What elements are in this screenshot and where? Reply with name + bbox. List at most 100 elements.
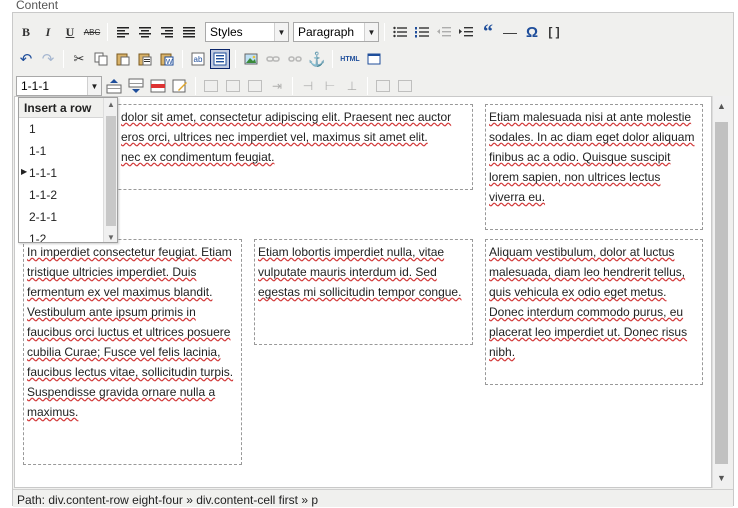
table-properties-button[interactable] bbox=[373, 76, 393, 96]
align-justify-button[interactable] bbox=[179, 22, 199, 42]
undo-button[interactable]: ↶ bbox=[16, 49, 36, 69]
italic-button[interactable]: I bbox=[38, 22, 58, 42]
scroll-down-icon[interactable]: ▼ bbox=[713, 470, 730, 486]
align-right-button[interactable] bbox=[157, 22, 177, 42]
content-cell-bottom-middle[interactable]: Etiam lobortis imperdiet nulla, vitae vu… bbox=[254, 239, 473, 345]
cell-properties-button[interactable] bbox=[395, 76, 415, 96]
find-replace-button[interactable]: ab bbox=[188, 49, 208, 69]
image-icon bbox=[244, 53, 258, 65]
content-cell-bottom-left[interactable]: In imperdiet consectetur feugiat. Etiam … bbox=[23, 239, 242, 465]
insert-row-dropdown[interactable]: Insert a row 1 1-1 ▶ 1-1-1 1-1-2 2-1-1 1-… bbox=[18, 97, 118, 243]
align-center-button[interactable] bbox=[135, 22, 155, 42]
styles-select[interactable]: Styles ▼ bbox=[205, 22, 289, 42]
link-button[interactable] bbox=[263, 49, 283, 69]
indent-button[interactable] bbox=[456, 22, 476, 42]
insert-image-button[interactable] bbox=[241, 49, 261, 69]
svg-text:ab: ab bbox=[194, 55, 203, 64]
cell-paragraph: Etiam lobortis imperdiet nulla, vitae vu… bbox=[258, 245, 462, 299]
insert-row-after-button[interactable] bbox=[126, 76, 146, 96]
copy-icon bbox=[94, 52, 108, 66]
cell-paragraph: In imperdiet consectetur feugiat. Etiam … bbox=[27, 245, 234, 419]
toolbar-separator bbox=[182, 50, 183, 68]
scrollbar-thumb[interactable] bbox=[715, 122, 728, 464]
underline-button[interactable]: U bbox=[60, 22, 80, 42]
bullet-list-icon bbox=[393, 26, 407, 38]
chevron-down-icon: ▼ bbox=[364, 23, 378, 41]
chevron-down-icon: ▼ bbox=[87, 77, 101, 95]
copy-button[interactable] bbox=[91, 49, 111, 69]
toolbar-separator bbox=[292, 77, 293, 95]
split-right-button[interactable]: ⊢ bbox=[320, 76, 340, 96]
cell-paragraph: Etiam malesuada nisi at ante molestie so… bbox=[489, 110, 695, 204]
html-source-button[interactable]: HTML bbox=[338, 49, 362, 69]
format-select-value: Paragraph bbox=[298, 25, 355, 39]
scroll-down-icon[interactable]: ▼ bbox=[107, 233, 115, 242]
outdent-button[interactable] bbox=[434, 22, 454, 42]
svg-text:W: W bbox=[166, 59, 173, 66]
layout-select-value: 1-1-1 bbox=[21, 79, 50, 93]
redo-button[interactable]: ↷ bbox=[38, 49, 58, 69]
bullet-list-button[interactable] bbox=[390, 22, 410, 42]
toolbar-row-3: 1-1-1 ▼ ⇥ ⊣ ⊢ ⊥ bbox=[16, 74, 415, 98]
insert-row-before-icon bbox=[106, 79, 122, 94]
toolbar-separator bbox=[195, 77, 196, 95]
blockquote-button[interactable]: “ bbox=[478, 22, 498, 42]
align-center-icon bbox=[139, 27, 151, 38]
merge-cells-button[interactable]: ⊥ bbox=[342, 76, 362, 96]
split-left-button[interactable]: ⊣ bbox=[298, 76, 318, 96]
insert-cell-after-button[interactable] bbox=[223, 76, 243, 96]
dropdown-scrollbar[interactable]: ▲ ▼ bbox=[103, 98, 117, 242]
paste-word-button[interactable]: W bbox=[157, 49, 177, 69]
anchor-button[interactable]: ⚓ bbox=[307, 49, 327, 69]
link-icon bbox=[266, 56, 280, 62]
unlink-icon bbox=[288, 56, 302, 62]
fullscreen-icon bbox=[367, 53, 381, 65]
special-character-button[interactable]: Ω bbox=[522, 22, 542, 42]
paste-text-icon bbox=[138, 53, 152, 66]
table-icon bbox=[376, 80, 390, 92]
select-all-button[interactable] bbox=[210, 49, 230, 69]
fullscreen-button[interactable] bbox=[364, 49, 384, 69]
editor-scrollbar[interactable]: ▲ ▼ bbox=[712, 96, 730, 488]
delete-cell-icon bbox=[248, 80, 262, 92]
delete-cell-button[interactable] bbox=[245, 76, 265, 96]
toolbar-separator bbox=[63, 50, 64, 68]
toolbar-separator bbox=[384, 23, 385, 41]
chevron-down-icon: ▼ bbox=[274, 23, 288, 41]
align-left-icon bbox=[117, 27, 129, 38]
cell-paragraph: Aliquam vestibulum, dolor at luctus male… bbox=[489, 245, 688, 359]
cut-button[interactable]: ✂ bbox=[69, 49, 89, 69]
insert-cell-before-button[interactable] bbox=[201, 76, 221, 96]
row-properties-button[interactable] bbox=[170, 76, 190, 96]
toolbar-separator bbox=[332, 50, 333, 68]
scroll-up-icon[interactable]: ▲ bbox=[713, 98, 730, 114]
move-cell-button[interactable]: ⇥ bbox=[267, 76, 287, 96]
toolbar-row-2: ↶ ↷ ✂ W ab ⚓ HTML bbox=[16, 47, 384, 71]
strikethrough-button[interactable]: ABC bbox=[82, 22, 102, 42]
insert-row-before-button[interactable] bbox=[104, 76, 124, 96]
content-cell-bottom-right[interactable]: Aliquam vestibulum, dolor at luctus male… bbox=[485, 239, 703, 385]
horizontal-rule-button[interactable]: — bbox=[500, 22, 520, 42]
fieldset-legend: Content bbox=[14, 0, 61, 12]
outdent-icon bbox=[437, 27, 451, 37]
align-left-button[interactable] bbox=[113, 22, 133, 42]
paste-button[interactable] bbox=[113, 49, 133, 69]
scroll-up-icon[interactable]: ▲ bbox=[107, 100, 115, 109]
delete-row-button[interactable] bbox=[148, 76, 168, 96]
numbered-list-button[interactable] bbox=[412, 22, 432, 42]
bold-button[interactable]: B bbox=[16, 22, 36, 42]
paste-text-button[interactable] bbox=[135, 49, 155, 69]
format-select[interactable]: Paragraph ▼ bbox=[293, 22, 379, 42]
toolbar-separator bbox=[235, 50, 236, 68]
insert-row-after-icon bbox=[128, 78, 144, 93]
indent-icon bbox=[459, 27, 473, 37]
layout-select[interactable]: 1-1-1 ▼ bbox=[16, 76, 102, 96]
align-justify-icon bbox=[183, 27, 195, 38]
dropdown-scrollbar-thumb[interactable] bbox=[106, 116, 116, 226]
content-cell-top-right[interactable]: Etiam malesuada nisi at ante molestie so… bbox=[485, 104, 703, 230]
editor-content-area[interactable]: dolor sit amet, consectetur adipiscing e… bbox=[14, 96, 712, 488]
cell-properties-icon bbox=[398, 80, 412, 92]
unlink-button[interactable] bbox=[285, 49, 305, 69]
show-blocks-button[interactable]: [ ] bbox=[544, 22, 564, 42]
paste-icon bbox=[116, 53, 130, 66]
